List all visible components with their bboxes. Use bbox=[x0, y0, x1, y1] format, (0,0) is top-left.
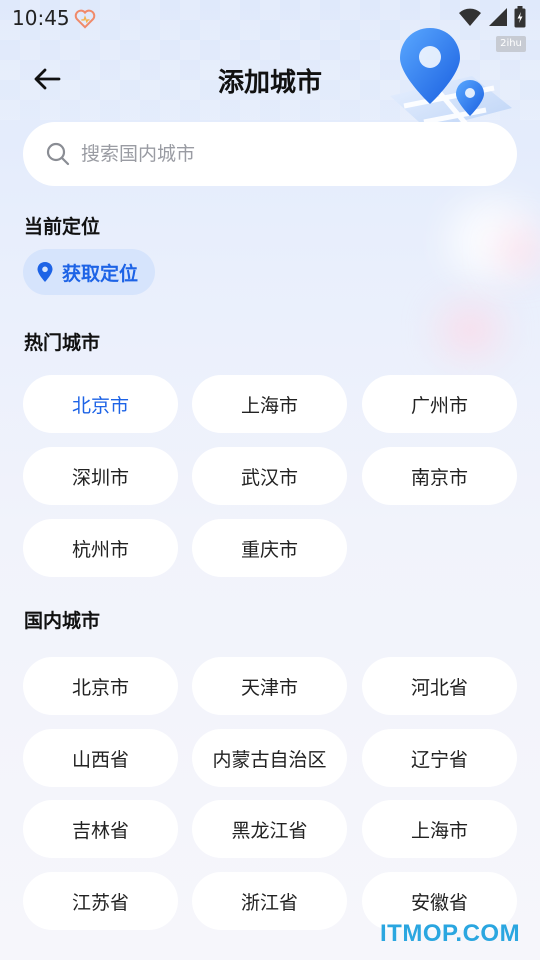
search-input[interactable] bbox=[81, 143, 481, 165]
hot-city-chip[interactable]: 深圳市 bbox=[23, 447, 178, 505]
page-title: 添加城市 bbox=[217, 68, 322, 98]
hot-city-chip[interactable]: 上海市 bbox=[192, 375, 347, 433]
background-blur bbox=[440, 305, 500, 355]
hot-city-chip[interactable]: 北京市 bbox=[23, 375, 178, 433]
domestic-cities-title: 国内城市 bbox=[24, 610, 101, 632]
domestic-city-chip[interactable]: 内蒙古自治区 bbox=[192, 729, 347, 787]
domestic-city-chip[interactable]: 上海市 bbox=[362, 800, 517, 858]
domestic-city-chip[interactable]: 北京市 bbox=[23, 657, 178, 715]
domestic-city-chip[interactable]: 山西省 bbox=[23, 729, 178, 787]
get-location-label: 获取定位 bbox=[62, 262, 139, 285]
domestic-city-chip[interactable]: 黑龙江省 bbox=[192, 800, 347, 858]
domestic-city-chip[interactable]: 吉林省 bbox=[23, 800, 178, 858]
hot-cities-grid: 北京市 上海市 广州市 深圳市 武汉市 南京市 杭州市 重庆市 bbox=[23, 375, 517, 577]
hot-city-chip[interactable]: 武汉市 bbox=[192, 447, 347, 505]
site-watermark: ITMOP.COM bbox=[380, 920, 521, 947]
domestic-city-chip[interactable]: 河北省 bbox=[362, 657, 517, 715]
search-box[interactable] bbox=[23, 122, 517, 186]
hot-city-chip[interactable]: 重庆市 bbox=[192, 519, 347, 577]
battery-icon bbox=[514, 6, 526, 28]
domestic-city-chip[interactable]: 江苏省 bbox=[23, 872, 178, 930]
current-location-title: 当前定位 bbox=[24, 216, 101, 238]
domestic-cities-grid: 北京市 天津市 河北省 山西省 内蒙古自治区 辽宁省 吉林省 黑龙江省 上海市 … bbox=[23, 657, 517, 947]
status-time: 10:45 bbox=[12, 6, 70, 30]
hot-city-chip[interactable]: 广州市 bbox=[362, 375, 517, 433]
heart-icon bbox=[74, 9, 96, 29]
domestic-city-chip[interactable]: 辽宁省 bbox=[362, 729, 517, 787]
get-location-button[interactable]: 获取定位 bbox=[23, 249, 155, 295]
hot-city-chip[interactable]: 南京市 bbox=[362, 447, 517, 505]
hot-cities-title: 热门城市 bbox=[24, 332, 101, 354]
search-icon bbox=[46, 142, 70, 166]
domestic-city-chip[interactable]: 天津市 bbox=[192, 657, 347, 715]
background-blur bbox=[500, 230, 540, 270]
domestic-city-chip[interactable]: 浙江省 bbox=[192, 872, 347, 930]
location-pin-icon bbox=[37, 262, 53, 282]
hot-city-chip[interactable]: 杭州市 bbox=[23, 519, 178, 577]
